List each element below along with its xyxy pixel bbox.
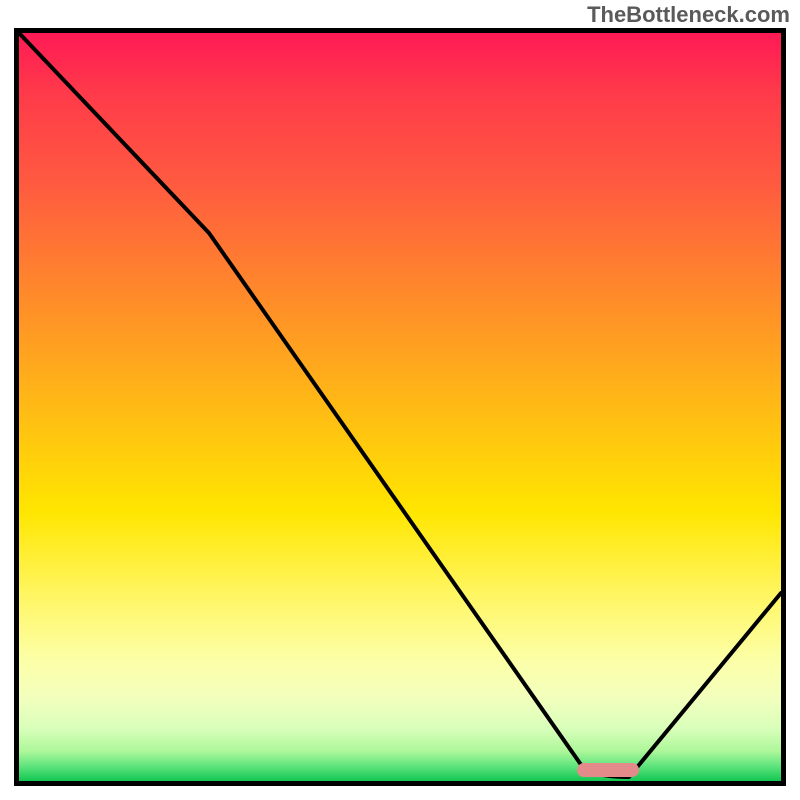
optimal-marker (577, 763, 639, 777)
bottleneck-curve (19, 33, 781, 781)
curve-path (19, 33, 781, 777)
plot-area (19, 33, 781, 781)
plot-border (14, 28, 786, 786)
attribution-label: TheBottleneck.com (587, 2, 790, 28)
chart-frame: TheBottleneck.com (0, 0, 800, 800)
